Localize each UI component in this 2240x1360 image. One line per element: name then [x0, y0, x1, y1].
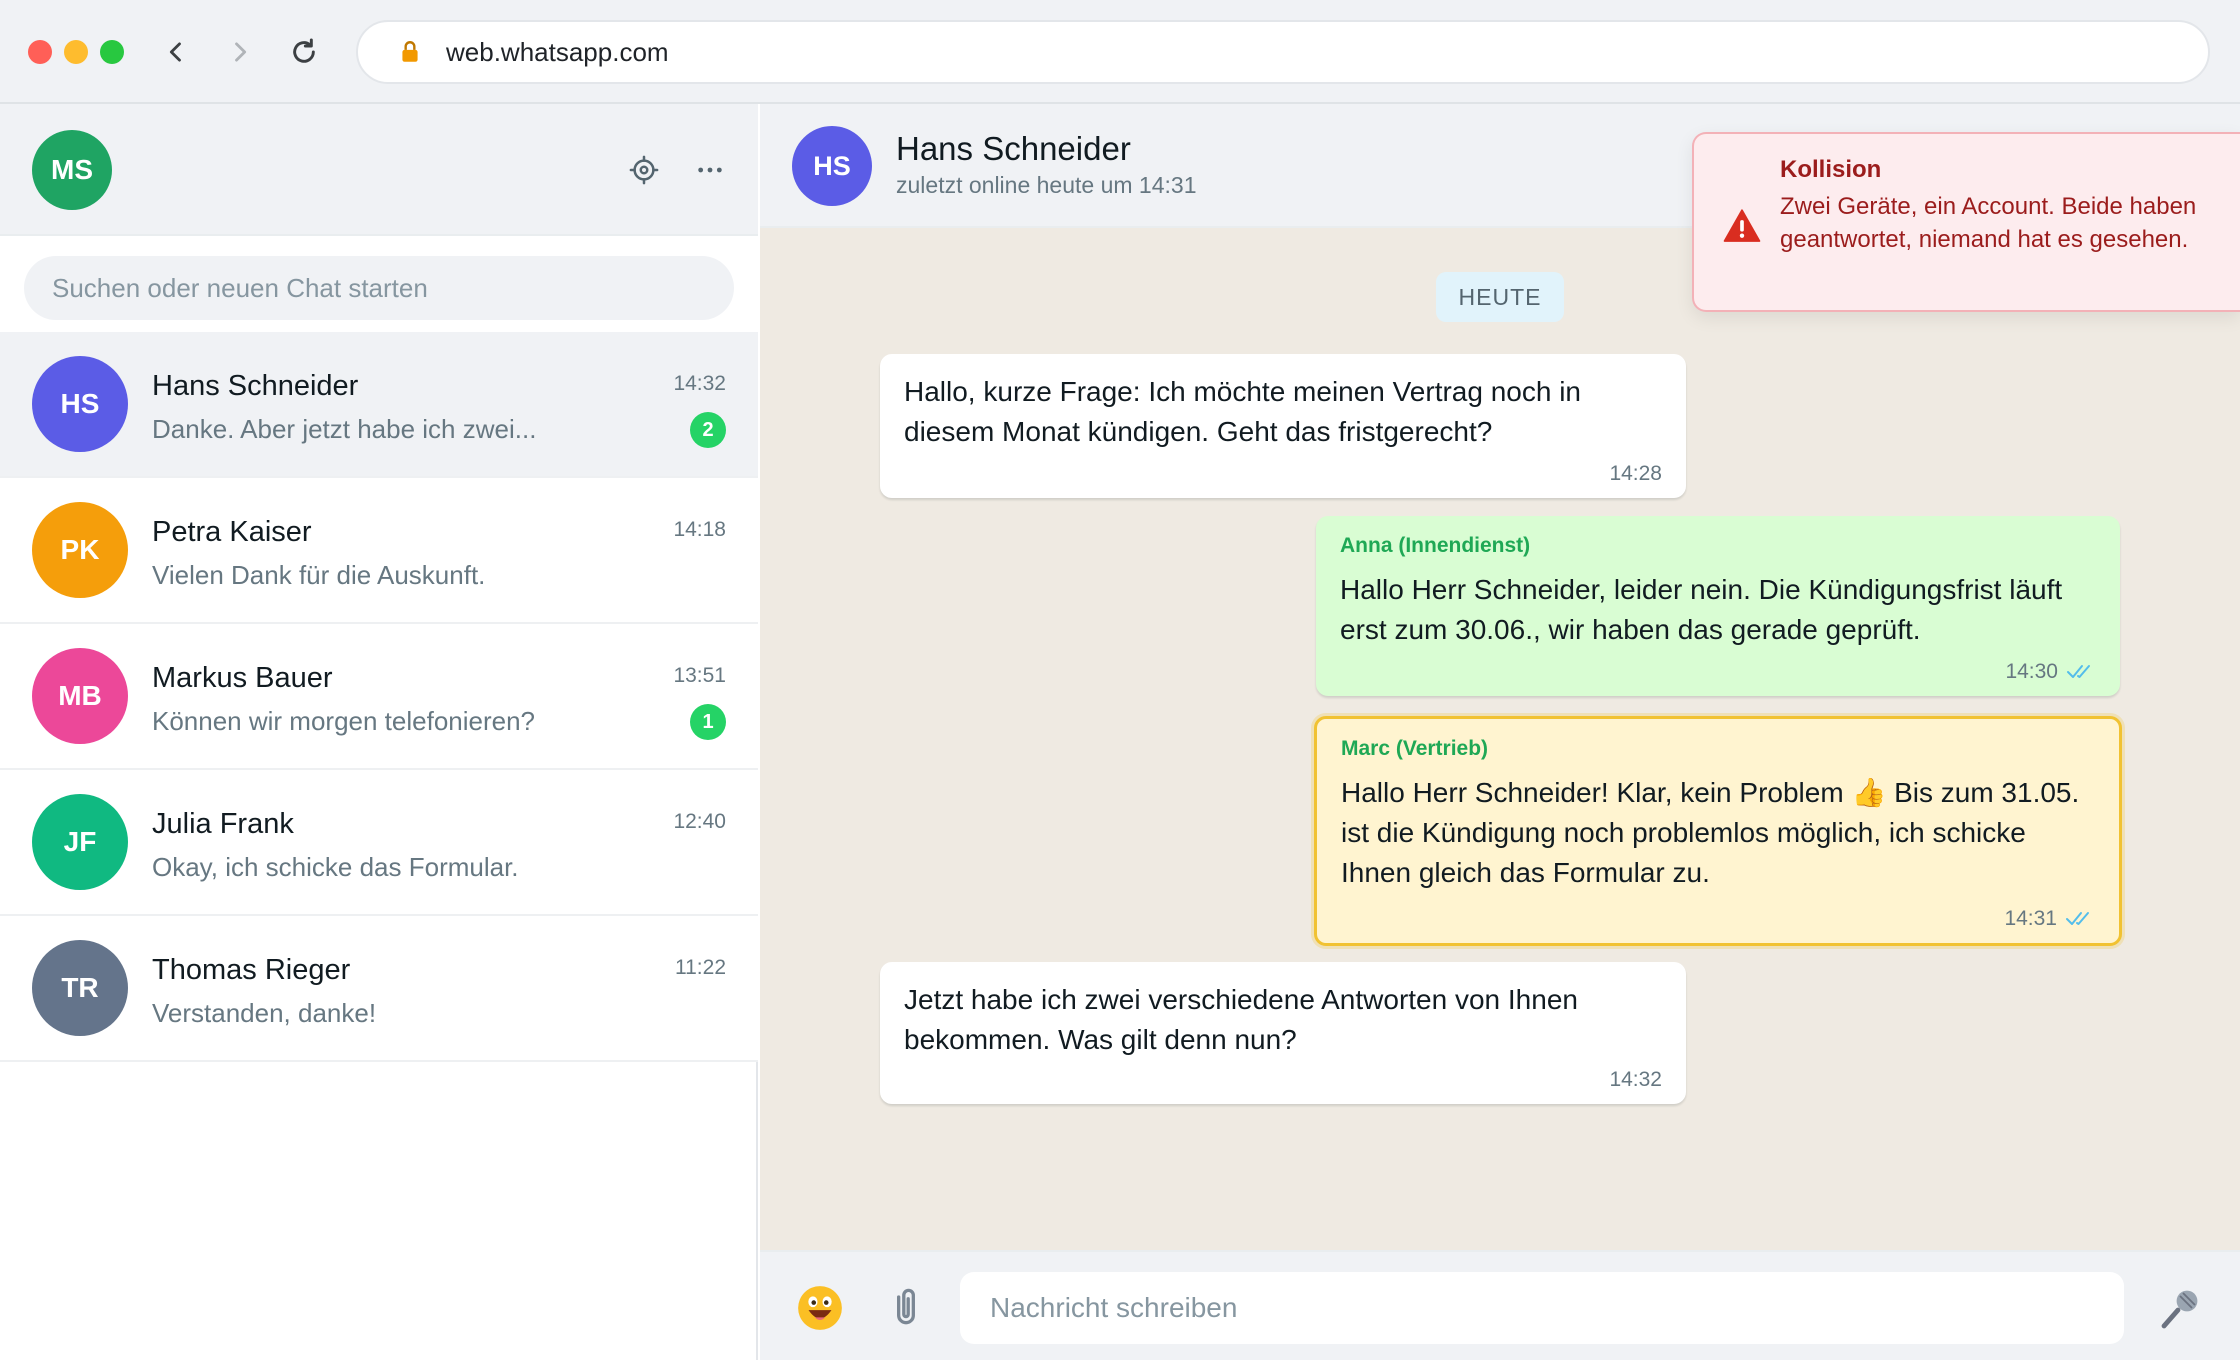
chat-sidebar: MS HS Hans Schneider Danke. Aber jetzt h…	[0, 104, 758, 1360]
chat-time: 14:18	[673, 518, 726, 541]
message-time: 14:30	[2005, 660, 2058, 683]
microphone-button[interactable]	[2152, 1280, 2208, 1336]
alert-title: Kollision	[1780, 156, 1882, 183]
chevron-right-icon	[235, 42, 247, 62]
paperclip-icon	[897, 1288, 915, 1325]
unread-badge: 2	[690, 412, 726, 448]
message-incoming[interactable]: Hallo, kurze Frage: Ich möchte meinen Ve…	[880, 354, 1686, 498]
search-input[interactable]	[24, 256, 734, 320]
chat-preview: Vielen Dank für die Auskunft.	[152, 560, 486, 590]
attach-button[interactable]	[878, 1280, 934, 1336]
chevron-left-icon	[169, 42, 181, 62]
message-outgoing-highlighted[interactable]: Marc (Vertrieb) Hallo Herr Schneider! Kl…	[1314, 716, 2122, 946]
message-text: Hallo, kurze Frage: Ich möchte meinen Ve…	[904, 376, 1582, 447]
chat-time: 11:22	[675, 956, 726, 979]
avatar: HS	[32, 356, 128, 452]
message-meta: 14:31	[2004, 907, 2095, 931]
chat-preview: Danke. Aber jetzt habe ich zwei...	[152, 414, 537, 444]
message-time: 14:31	[2004, 907, 2057, 930]
message-text: Hallo Herr Schneider! Klar, kein Problem…	[1341, 777, 2080, 888]
warning-icon	[1723, 209, 1761, 242]
chat-name: Hans Schneider	[152, 370, 359, 402]
message-incoming[interactable]: Jetzt habe ich zwei verschiedene Antwort…	[880, 962, 1686, 1104]
chat-preview: Okay, ich schicke das Formular.	[152, 852, 519, 882]
search-area	[0, 236, 758, 336]
contact-status: zuletzt online heute um 14:31	[896, 172, 1197, 198]
forward-button[interactable]	[218, 30, 262, 74]
date-separator: HEUTE	[1436, 272, 1564, 322]
chat-time: 12:40	[673, 810, 726, 833]
maximize-window-button[interactable]	[100, 40, 124, 64]
settings-button[interactable]	[620, 146, 668, 194]
message-sender: Marc (Vertrieb)	[1341, 737, 1489, 760]
avatar: JF	[32, 794, 128, 890]
address-bar[interactable]: web.whatsapp.com	[356, 20, 2210, 84]
chat-time: 14:32	[673, 372, 726, 395]
emoji-icon	[798, 1286, 842, 1330]
double-check-icon	[2066, 912, 2089, 925]
avatar: PK	[32, 502, 128, 598]
message-time: 14:32	[1609, 1068, 1662, 1091]
message-meta: 14:28	[1609, 462, 1662, 486]
emoji-button[interactable]	[792, 1280, 848, 1336]
chat-name: Petra Kaiser	[152, 516, 312, 548]
chat-item-hans-schneider[interactable]: HS Hans Schneider Danke. Aber jetzt habe…	[0, 332, 758, 478]
message-meta: 14:30	[2005, 660, 2096, 684]
sidebar-header: MS	[0, 104, 758, 236]
reload-button[interactable]	[282, 30, 326, 74]
chat-item-thomas-rieger[interactable]: TR Thomas Rieger Verstanden, danke! 11:2…	[0, 916, 758, 1062]
message-input[interactable]	[960, 1272, 2124, 1344]
chat-item-julia-frank[interactable]: JF Julia Frank Okay, ich schicke das For…	[0, 770, 758, 916]
message-time: 14:28	[1609, 462, 1662, 485]
close-window-button[interactable]	[28, 40, 52, 64]
contact-avatar[interactable]: HS	[792, 126, 872, 206]
chat-name: Julia Frank	[152, 808, 294, 840]
back-button[interactable]	[154, 30, 198, 74]
browser-toolbar: web.whatsapp.com	[0, 0, 2240, 104]
chat-list: HS Hans Schneider Danke. Aber jetzt habe…	[0, 332, 758, 1062]
message-meta: 14:32	[1609, 1068, 1662, 1092]
chat-preview: Können wir morgen telefonieren?	[152, 706, 536, 736]
contact-name: Hans Schneider	[896, 130, 1131, 167]
address-url: web.whatsapp.com	[446, 36, 669, 67]
more-options-button[interactable]	[686, 146, 734, 194]
unread-badge: 1	[690, 704, 726, 740]
message-text: Jetzt habe ich zwei verschiedene Antwort…	[904, 984, 1578, 1055]
avatar: TR	[32, 940, 128, 1036]
collision-alert: Kollision Zwei Geräte, ein Account. Beid…	[1692, 132, 2240, 312]
chat-time: 13:51	[673, 664, 726, 687]
more-icon	[698, 167, 722, 173]
alert-body: Zwei Geräte, ein Account. Beide haben ge…	[1780, 193, 2197, 253]
reload-icon	[293, 38, 315, 63]
message-sender: Anna (Innendienst)	[1340, 534, 1531, 557]
gear-icon	[629, 155, 659, 185]
chat-name: Markus Bauer	[152, 662, 333, 694]
microphone-icon	[2161, 1290, 2198, 1329]
chat-preview: Verstanden, danke!	[152, 998, 377, 1028]
message-text: Hallo Herr Schneider, leider nein. Die K…	[1340, 574, 2063, 645]
message-outgoing[interactable]: Anna (Innendienst) Hallo Herr Schneider,…	[1316, 516, 2120, 696]
double-check-icon	[2067, 665, 2090, 678]
my-avatar[interactable]: MS	[32, 130, 112, 210]
minimize-window-button[interactable]	[64, 40, 88, 64]
chat-item-markus-bauer[interactable]: MB Markus Bauer Können wir morgen telefo…	[0, 624, 758, 770]
avatar: MB	[32, 648, 128, 744]
chat-item-petra-kaiser[interactable]: PK Petra Kaiser Vielen Dank für die Ausk…	[0, 478, 758, 624]
lock-icon	[388, 30, 432, 74]
chat-name: Thomas Rieger	[152, 954, 351, 986]
message-composer	[760, 1250, 2240, 1360]
